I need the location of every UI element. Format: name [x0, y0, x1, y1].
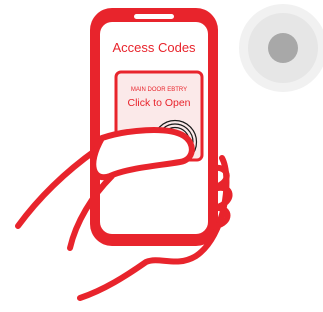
- door-name: MAIN DOOR EBTRY: [131, 87, 187, 93]
- round-button-center: [268, 33, 298, 63]
- phone-speaker: [134, 14, 174, 19]
- phone: Access Codes MAIN DOOR EBTRY Click to Op…: [90, 8, 218, 246]
- app-title: Access Codes: [112, 40, 196, 55]
- open-door-button[interactable]: Click to Open: [127, 97, 190, 109]
- round-button[interactable]: [239, 4, 323, 92]
- illustration: Access Codes MAIN DOOR EBTRY Click to Op…: [0, 0, 323, 307]
- access-codes-illustration: Access Codes MAIN DOOR EBTRY Click to Op…: [15, 4, 323, 301]
